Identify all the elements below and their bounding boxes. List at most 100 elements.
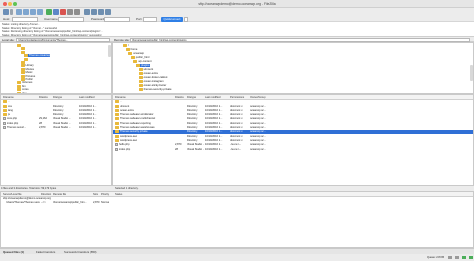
file-owner: oceanwp oc...	[250, 104, 267, 108]
tree-node-label: ocean-extra	[143, 72, 158, 76]
remote-tree-scrollbar[interactable]	[470, 65, 473, 81]
password-input[interactable]	[104, 16, 130, 22]
tree-node[interactable]: ocean-instagram	[138, 80, 164, 83]
file-name-text: lang	[8, 109, 13, 113]
filter-icon[interactable]	[84, 9, 90, 15]
local-tree-scrollbar[interactable]	[108, 45, 111, 57]
column-header-filetype[interactable]: Filetype	[187, 96, 196, 99]
tree-node-label: ocean-footer-callout	[143, 76, 168, 80]
local-file-list[interactable]: Filename Filesize Filetype Last modified…	[0, 94, 112, 186]
tree-node[interactable]: public_html	[130, 56, 149, 59]
folder-icon	[138, 76, 143, 79]
toggle-log-icon[interactable]	[16, 9, 22, 15]
file-name-text: wordpress-seo	[120, 139, 138, 143]
column-header-last-modified[interactable]: Last modified	[205, 96, 220, 99]
queue-file-row[interactable]: /Users/Themes/Themes securit... -->> /ho…	[1, 201, 473, 205]
remote-path-input[interactable]: /home/oceanwp/public_html/wp-content/plu…	[130, 37, 470, 42]
file-name: ocean-extra	[115, 108, 173, 112]
folder-icon	[138, 80, 143, 83]
local-path-input[interactable]: /Users/nicolaslecocq/Documents/Themes...	[16, 37, 110, 42]
tree-node[interactable]: wp-content	[133, 60, 152, 63]
file-owner: oceanwp oc...	[250, 108, 267, 112]
column-header-server-local-file[interactable]: Server/Local file	[3, 193, 22, 196]
search-icon[interactable]	[105, 9, 111, 15]
file-size: 28	[39, 121, 42, 125]
column-header-permissions[interactable]: Permissions	[230, 96, 244, 99]
process-queue-icon[interactable]	[53, 9, 59, 15]
column-header-last-modified[interactable]: Last modified	[79, 96, 94, 99]
file-type: Directory	[187, 117, 198, 121]
sync-browse-icon[interactable]	[98, 9, 104, 15]
tree-node[interactable]: ulmount	[138, 68, 153, 71]
port-input[interactable]	[143, 16, 157, 22]
remote-status: Selected 1 directory.	[112, 186, 474, 190]
column-header-filesize[interactable]: Filesize	[175, 96, 184, 99]
toggle-queue-icon[interactable]	[37, 9, 43, 15]
column-header-remote-file[interactable]: Remote file	[53, 193, 66, 196]
file-permissions: drwxrwxr-x	[230, 134, 243, 138]
remote-file-list[interactable]: Filename Filesize Filetype Last modified…	[112, 94, 474, 186]
encryption-icon	[448, 256, 452, 259]
folder-icon	[3, 113, 7, 117]
dropdown-icon[interactable]	[10, 9, 13, 15]
transfer-queue[interactable]: Server/Local file Direction Remote file …	[0, 191, 474, 248]
tree-node[interactable]: plugins	[136, 64, 150, 68]
folder-icon	[115, 104, 119, 108]
file-row[interactable]: Themes securi... 2,870 Visual Studio ... 10…	[1, 126, 111, 130]
folder-icon	[136, 64, 140, 67]
remote-tree[interactable]: / home oceanwp public_html wp-content plugins…	[112, 42, 474, 94]
column-header-owner-group[interactable]: Owner/Group	[250, 96, 266, 99]
refresh-icon[interactable]	[46, 9, 52, 15]
file-permissions: drwxrwxr-x	[230, 104, 243, 108]
file-type: Directory	[53, 108, 64, 112]
tree-node[interactable]: themes-security-private	[138, 88, 172, 91]
column-header-priority[interactable]: Priority	[101, 193, 109, 196]
file-modified: 10/10/2016 1...	[79, 104, 97, 108]
file-name: css	[3, 104, 38, 108]
message-log: Status: Listing directory /home/... Stat…	[0, 22, 474, 37]
file-permissions: -rw-rw-r--	[230, 147, 241, 151]
reconnect-icon[interactable]	[74, 9, 80, 15]
tree-node[interactable]: oceanwp	[128, 52, 144, 55]
toggle-remote-tree-icon[interactable]	[30, 9, 36, 15]
file-row[interactable]: index.php 28 Visual Studio ... 10/10/2016 1…	[113, 147, 473, 151]
file-permissions: drwxrwxr-x	[230, 130, 243, 134]
site-manager-icon[interactable]	[3, 9, 9, 15]
column-header-filename[interactable]: Filename	[3, 96, 14, 99]
tree-node[interactable]: ocean-sticky-footer	[138, 84, 166, 87]
column-header-size[interactable]: Size	[93, 193, 98, 196]
file-icon	[115, 147, 118, 151]
column-header-direction[interactable]: Direction	[41, 193, 51, 196]
folder-icon	[115, 134, 119, 138]
tree-node[interactable]: /	[123, 44, 129, 47]
file-name-text: Themes sabeasc-scrollerator	[120, 113, 154, 117]
host-input[interactable]	[12, 16, 38, 22]
file-name: Themes sabeasc-warehouses	[115, 126, 173, 129]
cancel-icon[interactable]	[60, 9, 66, 15]
queue-server: sftp://oceanwpdemo@demo.oceanwp.org	[3, 197, 51, 201]
tree-node[interactable]: ocean-footer-callout	[138, 76, 168, 80]
toggle-tree-icon[interactable]	[23, 9, 29, 15]
file-modified: 10/10/2016 1...	[79, 121, 97, 125]
column-header-status[interactable]: Status	[115, 193, 122, 196]
file-icon	[115, 143, 118, 147]
file-name: Themes security private	[115, 130, 173, 134]
local-tree[interactable]: Themes oceanwp Library Movies Music Pictures…	[0, 42, 112, 94]
column-header-filename[interactable]: Filename	[115, 96, 126, 99]
compare-icon[interactable]	[91, 9, 97, 15]
tree-node[interactable]: ocean-extra	[138, 72, 158, 76]
quickconnect-dropdown[interactable]	[184, 16, 188, 22]
local-list-header: Filename Filesize Filetype Last modified	[1, 95, 111, 100]
folder-icon	[115, 108, 119, 112]
bottom-status-bar: Queue: 2.8 KB	[0, 254, 474, 261]
column-header-filesize[interactable]: Filesize	[39, 96, 48, 99]
file-modified: 10/10/2016 1...	[205, 113, 223, 117]
file-size: 2,870	[39, 126, 46, 130]
username-input[interactable]	[58, 16, 84, 22]
tree-node[interactable]: home	[125, 48, 137, 51]
disconnect-icon[interactable]	[67, 9, 73, 15]
file-name: Themes sabeasc-multichannel	[115, 117, 173, 121]
column-header-filetype[interactable]: Filetype	[53, 96, 62, 99]
file-name: wordpress-seo	[115, 138, 173, 143]
quickconnect-button[interactable]: Quickconnect	[161, 16, 183, 22]
